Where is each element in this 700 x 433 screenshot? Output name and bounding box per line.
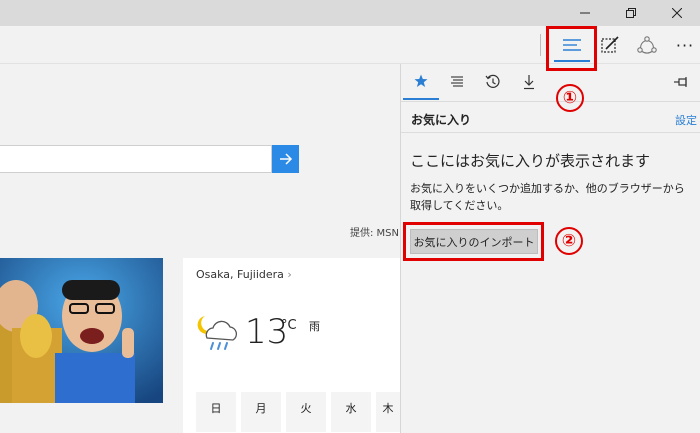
rain-cloud-icon [197,316,238,350]
minimize-icon[interactable] [562,0,608,26]
arrow-right-icon [279,153,292,165]
downloads-icon [524,75,534,90]
forecast-day[interactable]: 日 [196,392,236,432]
tab-downloads[interactable] [511,64,547,100]
page-content: 提供: MSN Osaka, Fujiidera › 13 °C 雨 日 月 火… [0,64,400,433]
empty-favorites-heading: ここにはお気に入りが表示されます [410,152,651,170]
pin-icon [674,77,687,87]
pin-button[interactable] [663,64,699,100]
forecast-day[interactable]: 火 [286,392,326,432]
share-icon [637,36,657,54]
provided-by-label: 提供: MSN [350,228,400,239]
forecast-day[interactable]: 月 [241,392,281,432]
weather-condition: 雨 [309,320,320,333]
hub-header-divider [401,132,700,133]
favorites-title: お気に入り [411,113,472,127]
weather-location[interactable]: Osaka, Fujiidera › [196,268,292,281]
news-image [0,258,163,403]
tab-history[interactable] [475,64,511,100]
web-note-icon [601,36,619,53]
more-button[interactable]: ··· [663,28,700,62]
hub-tab-divider [401,101,700,102]
news-photo[interactable] [0,258,163,403]
highlight-hub-button [546,26,597,71]
search-input[interactable] [0,145,272,173]
tab-reading-list[interactable] [439,64,475,100]
forecast-day[interactable]: 木 [376,392,400,432]
reading-list-icon [451,76,463,87]
chevron-right-icon: › [287,268,292,281]
forecast-day[interactable]: 水 [331,392,371,432]
settings-link[interactable]: 設定 [675,112,697,128]
step-badge-1: ① [556,84,584,112]
weather-card[interactable]: Osaka, Fujiidera › 13 °C 雨 日 月 火 水 木 [183,258,400,433]
search-button[interactable] [272,145,299,173]
restore-icon[interactable] [608,0,654,26]
highlight-import-button [403,222,544,261]
close-icon[interactable] [654,0,700,26]
toolbar-separator [540,34,541,56]
title-bar [0,0,700,26]
empty-favorites-description: お気に入りをいくつか追加するか、他のブラウザーから取得してください。 [410,182,685,212]
more-icon: ··· [675,35,695,55]
tab-favorites[interactable] [403,64,439,100]
step-badge-2: ② [555,227,583,255]
favorites-icon [414,74,428,87]
history-icon [485,74,500,88]
weather-unit: °C [281,318,297,333]
